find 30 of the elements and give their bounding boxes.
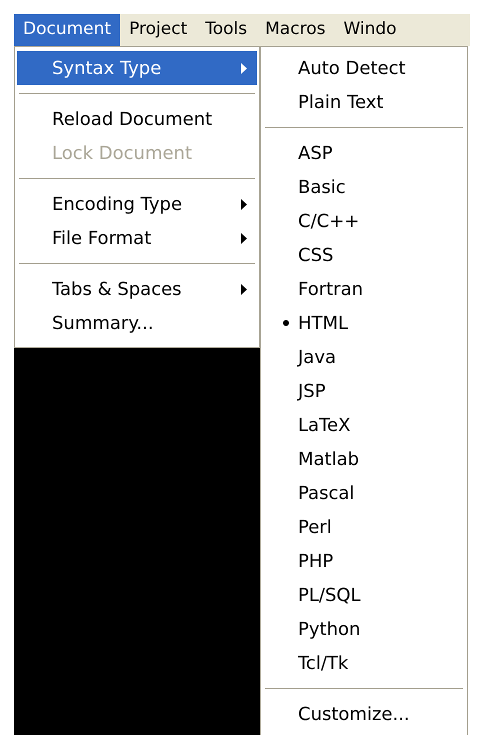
menu-item[interactable]: Auto Detect xyxy=(263,51,465,85)
menu-item[interactable]: Syntax Type xyxy=(17,51,257,85)
menu-item[interactable]: PHP xyxy=(263,544,465,578)
menu-item[interactable]: HTML xyxy=(263,306,465,340)
menu-item[interactable]: Pascal xyxy=(263,476,465,510)
menu-bar-item[interactable]: Tools xyxy=(196,14,256,46)
menu-item[interactable]: Basic xyxy=(263,170,465,204)
menu-item[interactable]: Fortran xyxy=(263,272,465,306)
menu-item[interactable]: CSS xyxy=(263,238,465,272)
menu-item[interactable]: C/C++ xyxy=(263,204,465,238)
menu-bar-item[interactable]: Windo xyxy=(334,14,406,46)
menu-item[interactable]: Plain Text xyxy=(263,85,465,119)
menu-item[interactable]: Tcl/Tk xyxy=(263,646,465,680)
menu-item[interactable]: Tabs & Spaces xyxy=(17,272,257,306)
menu-bar-item[interactable]: Macros xyxy=(256,14,334,46)
menu-item[interactable]: Matlab xyxy=(263,442,465,476)
menu-item[interactable]: LaTeX xyxy=(263,408,465,442)
menu-item[interactable]: PL/SQL xyxy=(263,578,465,612)
menu-item[interactable]: Reload Document xyxy=(17,102,257,136)
menu-item[interactable]: Customize... xyxy=(263,697,465,731)
menu-item[interactable]: Encoding Type xyxy=(17,187,257,221)
menu-bar-item[interactable]: Document xyxy=(14,14,120,46)
menu-item[interactable]: Python xyxy=(263,612,465,646)
menu-item[interactable]: Summary... xyxy=(17,306,257,340)
menu-item[interactable]: Perl xyxy=(263,510,465,544)
menu-item[interactable]: JSP xyxy=(263,374,465,408)
menu-item[interactable]: ASP xyxy=(263,136,465,170)
menu-item[interactable]: Java xyxy=(263,340,465,374)
menu-bar-item[interactable]: Project xyxy=(120,14,196,46)
menu-item[interactable]: File Format xyxy=(17,221,257,255)
